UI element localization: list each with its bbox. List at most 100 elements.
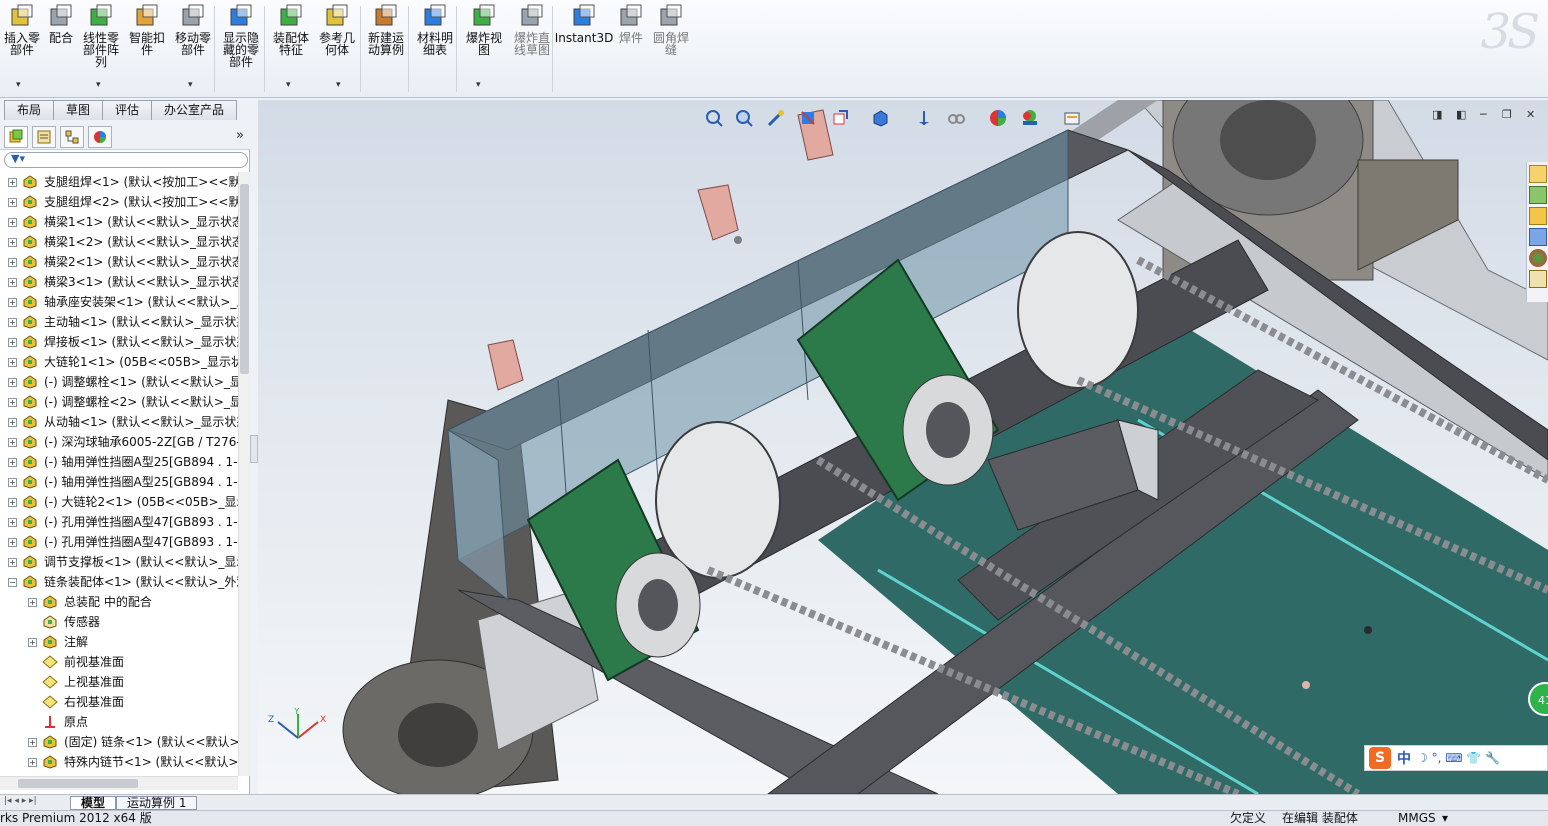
edit-appearance-icon[interactable]	[944, 107, 968, 129]
tree-vertical-scrollbar[interactable]	[238, 172, 250, 776]
ribbon-button[interactable]: Instant3D	[555, 4, 613, 44]
tree-expand-toggle[interactable]: +	[8, 258, 17, 267]
tree-expand-toggle[interactable]: +	[8, 298, 17, 307]
tree-item[interactable]: + (-) 调整螺栓<1> (默认<<默认>_显	[0, 372, 238, 392]
tab-office-products[interactable]: 办公室产品	[151, 100, 238, 120]
tree-expand-toggle[interactable]: +	[8, 518, 17, 527]
ribbon-dropdown-arrow[interactable]: ▾	[188, 80, 193, 90]
tree-item[interactable]: + 总装配 中的配合	[0, 592, 238, 612]
tab-motion-study-1[interactable]: 运动算例 1	[116, 796, 198, 810]
tree-expand-toggle[interactable]: +	[8, 358, 17, 367]
ribbon-button[interactable]: 智能扣 件	[126, 4, 168, 56]
feature-tree-tab[interactable]	[4, 126, 28, 148]
tree-item[interactable]: + 横梁2<1> (默认<<默认>_显示状态	[0, 252, 238, 272]
ribbon-button[interactable]: 爆炸视 图	[462, 4, 506, 56]
scrollbar-thumb[interactable]	[18, 779, 138, 788]
tree-item[interactable]: + 横梁1<1> (默认<<默认>_显示状态	[0, 212, 238, 232]
tree-item[interactable]: 原点	[0, 712, 238, 732]
tab-evaluate[interactable]: 评估	[102, 100, 153, 120]
ribbon-dropdown-arrow[interactable]: ▾	[16, 80, 21, 90]
ribbon-button[interactable]: 插入零 部件	[2, 4, 42, 56]
tree-item[interactable]: + 大链轮1<1> (05B<<05B>_显示状态	[0, 352, 238, 372]
ime-toolbar[interactable]: S 中 ☽ °, ⌨ 👕 🔧	[1364, 745, 1548, 771]
tree-expand-toggle[interactable]: +	[8, 478, 17, 487]
home-icon[interactable]	[1529, 165, 1547, 183]
configuration-manager-tab[interactable]	[60, 126, 84, 148]
expand-panel-icon[interactable]: »	[236, 128, 244, 143]
tree-expand-toggle[interactable]: +	[8, 198, 17, 207]
view-settings-icon[interactable]	[1060, 107, 1084, 129]
tree-expand-toggle[interactable]: +	[8, 238, 17, 247]
tree-expand-toggle[interactable]: +	[8, 498, 17, 507]
tree-item[interactable]: 前视基准面	[0, 652, 238, 672]
tab-scroll-arrows[interactable]: |◂ ◂ ▸ ▸|	[4, 796, 37, 806]
tree-item[interactable]: + (-) 轴用弹性挡圈A型25[GB894 . 1-	[0, 452, 238, 472]
tree-item[interactable]: + 特殊内链节<1> (默认<<默认>_	[0, 752, 238, 772]
minimize-icon[interactable]: ─	[1480, 108, 1487, 121]
tree-item[interactable]: + (-) 大链轮2<1> (05B<<05B>_显示	[0, 492, 238, 512]
tree-item[interactable]: + 从动轴<1> (默认<<默认>_显示状态	[0, 412, 238, 432]
ribbon-button[interactable]: 材料明 细表	[414, 4, 456, 56]
tree-expand-toggle[interactable]: +	[8, 378, 17, 387]
ribbon-button[interactable]: 配合	[46, 4, 76, 44]
tree-expand-toggle[interactable]: +	[8, 558, 17, 567]
tree-expand-toggle[interactable]: +	[8, 398, 17, 407]
tree-item[interactable]: + (-) 孔用弹性挡圈A型47[GB893 . 1-	[0, 532, 238, 552]
design-library-icon[interactable]	[1529, 186, 1547, 204]
ribbon-button[interactable]: 焊件	[616, 4, 646, 44]
previous-view-icon[interactable]	[764, 107, 788, 129]
tree-item[interactable]: + (-) 调整螺栓<2> (默认<<默认>_显	[0, 392, 238, 412]
tree-item[interactable]: 右视基准面	[0, 692, 238, 712]
tree-expand-toggle[interactable]: +	[8, 178, 17, 187]
tree-item[interactable]: + 支腿组焊<2> (默认<按加工><<默	[0, 192, 238, 212]
ribbon-button[interactable]: 线性零 部件阵 列	[80, 4, 122, 68]
tree-item[interactable]: + 轴承座安装架<1> (默认<<默认>_显	[0, 292, 238, 312]
ribbon-dropdown-arrow[interactable]: ▾	[96, 80, 101, 90]
tree-item[interactable]: + 横梁1<2> (默认<<默认>_显示状态	[0, 232, 238, 252]
ribbon-dropdown-arrow[interactable]: ▾	[476, 80, 481, 90]
tree-expand-toggle[interactable]: +	[8, 538, 17, 547]
view-orientation-icon[interactable]	[828, 107, 852, 129]
tree-expand-toggle[interactable]: +	[8, 438, 17, 447]
custom-properties-icon[interactable]	[1529, 270, 1547, 288]
tree-item[interactable]: + 支腿组焊<1> (默认<按加工><<默	[0, 172, 238, 192]
tree-expand-toggle[interactable]: +	[28, 738, 37, 747]
ribbon-dropdown-arrow[interactable]: ▾	[286, 80, 291, 90]
ime-logo[interactable]: S	[1369, 747, 1391, 769]
tree-item[interactable]: + 横梁3<1> (默认<<默认>_显示状态	[0, 272, 238, 292]
tree-item[interactable]: + 注解	[0, 632, 238, 652]
panel-splitter-handle[interactable]	[250, 435, 258, 463]
tree-expand-toggle[interactable]: +	[28, 758, 37, 767]
tree-horizontal-scrollbar[interactable]	[0, 776, 238, 790]
ribbon-button[interactable]: 参考几 何体	[316, 4, 358, 56]
units-selector[interactable]: MMGS	[1398, 811, 1436, 826]
hide-show-items-icon[interactable]	[912, 107, 936, 129]
scrollbar-thumb[interactable]	[240, 184, 249, 374]
tree-expand-toggle[interactable]: +	[8, 318, 17, 327]
file-explorer-icon[interactable]	[1529, 207, 1547, 225]
tab-layout[interactable]: 布局	[4, 100, 55, 120]
ribbon-button[interactable]: 新建运 动算例	[364, 4, 408, 56]
tree-expand-toggle[interactable]: +	[8, 218, 17, 227]
units-dropdown-arrow[interactable]: ▾	[1442, 811, 1448, 826]
appearances-icon[interactable]	[1529, 249, 1547, 267]
property-manager-tab[interactable]	[32, 126, 56, 148]
ime-extras[interactable]: ☽ °, ⌨ 👕 🔧	[1417, 751, 1500, 765]
split-right-icon[interactable]: ◧	[1456, 108, 1466, 121]
tree-item[interactable]: + 焊接板<1> (默认<<默认>_显示状态	[0, 332, 238, 352]
apply-scene-icon[interactable]	[986, 107, 1010, 129]
ribbon-button[interactable]: 装配体 特征	[270, 4, 312, 56]
view-palette-icon[interactable]	[1529, 228, 1547, 246]
ribbon-button[interactable]: 圆角焊 缝	[650, 4, 692, 56]
ribbon-button[interactable]: 显示隐 藏的零 部件	[220, 4, 262, 68]
tree-expand-toggle[interactable]: +	[8, 338, 17, 347]
tab-sketch[interactable]: 草图	[53, 100, 104, 120]
tree-expand-toggle[interactable]: +	[28, 598, 37, 607]
tree-expand-toggle[interactable]: +	[28, 638, 37, 647]
tree-item[interactable]: + 主动轴<1> (默认<<默认>_显示状态	[0, 312, 238, 332]
graphics-area[interactable]: ◨ ◧ ─ ❐ ✕ X Y Z S 中 ☽ °, ⌨ 👕 🔧 41	[258, 100, 1548, 794]
ribbon-button[interactable]: 移动零 部件	[172, 4, 214, 56]
tab-model[interactable]: 模型	[70, 796, 117, 810]
zoom-area-icon[interactable]	[732, 107, 756, 129]
display-manager-tab[interactable]	[88, 126, 112, 148]
